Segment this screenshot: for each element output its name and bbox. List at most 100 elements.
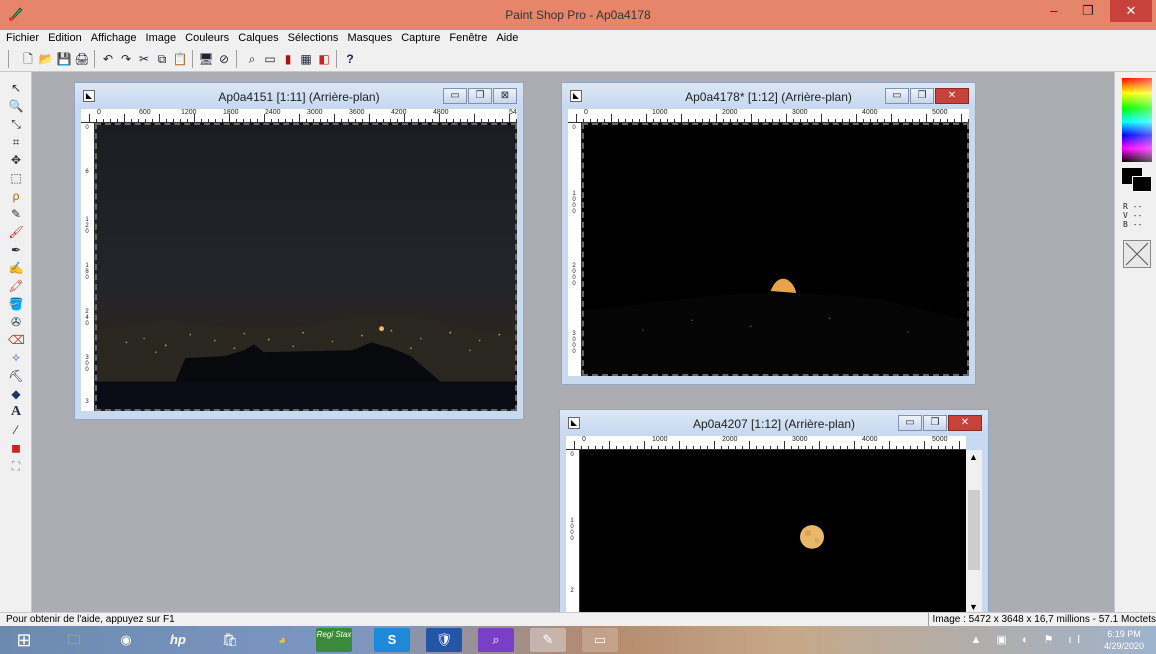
skype-icon[interactable]: S xyxy=(374,628,410,652)
security-icon[interactable]: 🛡 xyxy=(426,628,462,652)
document-window-ap0a4207[interactable]: ◣ Ap0a4207 [1:12] (Arrière-plan) ▭ ❐ ✕ 0… xyxy=(559,409,989,615)
taskbar-clock[interactable]: 6:19 PM 4/29/2020 xyxy=(1104,628,1144,652)
eraser-icon[interactable]: ⌫ xyxy=(8,332,25,348)
ruler-tick xyxy=(842,119,843,122)
menu-masques[interactable]: Masques xyxy=(348,30,393,46)
document-maximize-button[interactable]: ❐ xyxy=(923,415,947,431)
store-icon[interactable]: 🛍 xyxy=(212,628,248,652)
paste-icon[interactable]: 📋 xyxy=(172,51,188,67)
monitor-icon[interactable]: 🖥 xyxy=(198,51,214,67)
no-pattern-icon[interactable] xyxy=(1123,240,1151,268)
scrollbar-thumb[interactable] xyxy=(968,490,980,570)
scroll-down-icon[interactable]: ▼ xyxy=(969,602,978,612)
undo-icon[interactable]: ↶ xyxy=(100,51,116,67)
ruler-tick xyxy=(721,446,722,449)
background-color-swatch[interactable] xyxy=(1132,176,1152,192)
chrome-icon[interactable]: ◕ xyxy=(264,628,300,652)
image-canvas[interactable] xyxy=(580,450,966,614)
document-maximize-button[interactable]: ❐ xyxy=(910,88,934,104)
help-icon[interactable]: ? xyxy=(342,51,358,67)
scroll-up-icon[interactable]: ▲ xyxy=(969,452,978,462)
flood-fill-icon[interactable]: 🪣 xyxy=(8,296,24,312)
text-icon[interactable]: A xyxy=(8,404,24,420)
save-icon[interactable]: 💾 xyxy=(56,51,72,67)
histogram-icon[interactable]: ▮ xyxy=(280,51,296,67)
status-help-text: Pour obtenir de l'aide, appuyez sur F1 xyxy=(6,614,175,625)
retouch-icon[interactable]: ✍ xyxy=(8,260,24,276)
lasso-icon[interactable]: ρ xyxy=(8,188,24,204)
copy-icon[interactable]: ⧉ xyxy=(154,51,170,67)
menu-selections[interactable]: Sélections xyxy=(288,30,339,46)
ruler-label: 2 4 0 xyxy=(85,309,89,327)
recolor-icon[interactable]: 🖍 xyxy=(8,278,24,294)
hp-icon[interactable]: hp xyxy=(160,628,196,652)
ruler-label: 3000 xyxy=(792,436,808,443)
document-close-button[interactable]: ⊠ xyxy=(493,88,517,104)
document-minimize-button[interactable]: ▭ xyxy=(443,88,467,104)
crop-icon[interactable]: ⌗ xyxy=(8,134,24,150)
ruler-tick xyxy=(884,119,885,122)
registax-icon[interactable]: Regi Stax xyxy=(316,628,352,652)
document-minimize-button[interactable]: ▭ xyxy=(898,415,922,431)
layers-icon[interactable]: ◧ xyxy=(316,51,332,67)
ruler-tick xyxy=(187,119,188,122)
picture-tube-icon[interactable]: ⛏ xyxy=(8,368,24,384)
move-icon[interactable]: ✥ xyxy=(8,152,24,168)
document-window-ap0a4178[interactable]: ◣ Ap0a4178* [1:12] (Arrière-plan) ▭ ❐ ✕ … xyxy=(561,82,976,385)
image-canvas[interactable] xyxy=(95,123,517,411)
preset-shape-icon[interactable]: ⛶ xyxy=(8,458,24,474)
scratch-remover-icon[interactable]: ✇ xyxy=(8,314,24,330)
document-titlebar[interactable]: ◣ Ap0a4207 [1:12] (Arrière-plan) ▭ ❐ ✕ xyxy=(560,410,988,436)
monitor-task-icon[interactable]: ▭ xyxy=(582,628,618,652)
zoom-icon[interactable]: 🔍 xyxy=(8,98,24,114)
object-icon[interactable]: ◼ xyxy=(8,440,24,456)
search-app-icon[interactable]: ⌕ xyxy=(478,628,514,652)
menu-calques[interactable]: Calques xyxy=(238,30,278,46)
system-tray[interactable]: ▲ ▣ ◐ ⚑ ıl xyxy=(970,633,1086,646)
maximize-button[interactable]: ❐ xyxy=(1072,0,1104,22)
vertical-scrollbar[interactable]: ▲ ▼ xyxy=(966,450,982,614)
image-icon[interactable]: ▦ xyxy=(298,51,314,67)
menu-edition[interactable]: Edition xyxy=(48,30,82,46)
arrow-icon[interactable]: ↖ xyxy=(8,80,24,96)
dropper-icon[interactable]: ⌕ xyxy=(244,51,260,67)
clone-icon[interactable]: ✒ xyxy=(8,242,24,258)
start-icon[interactable]: ⊞ xyxy=(6,628,42,652)
menu-couleurs[interactable]: Couleurs xyxy=(185,30,229,46)
close-button[interactable]: ✕ xyxy=(1110,0,1152,22)
document-close-button[interactable]: ✕ xyxy=(948,415,982,431)
minimize-button[interactable]: – xyxy=(1038,0,1070,22)
paintshop-task-icon[interactable]: ✎ xyxy=(530,628,566,652)
print-icon[interactable]: 🖨 xyxy=(74,51,90,67)
document-titlebar[interactable]: ◣ Ap0a4178* [1:12] (Arrière-plan) ▭ ❐ ✕ xyxy=(562,83,975,109)
color-palette[interactable] xyxy=(1122,78,1152,162)
image-canvas[interactable] xyxy=(582,123,969,376)
document-window-ap0a4151[interactable]: ◣ Ap0a4151 [1:11] (Arrière-plan) ▭ ❐ ⊠ 0… xyxy=(74,82,524,420)
cut-icon[interactable]: ✂ xyxy=(136,51,152,67)
file-explorer-icon[interactable]: 🗀 xyxy=(56,628,92,652)
eyedropper-icon[interactable]: ✎ xyxy=(8,206,24,222)
no-icon[interactable]: ⊘ xyxy=(216,51,232,67)
open-icon[interactable]: 📂 xyxy=(38,51,54,67)
new-icon[interactable]: 🗋 xyxy=(20,51,36,67)
spray-icon[interactable]: ✧ xyxy=(8,350,24,366)
screen-icon[interactable]: ▭ xyxy=(262,51,278,67)
redo-icon[interactable]: ↷ xyxy=(118,51,134,67)
brush-icon[interactable]: 🖌 xyxy=(8,224,24,240)
selection-icon[interactable]: ⬚ xyxy=(8,170,24,186)
shape-icon[interactable]: ◆ xyxy=(8,386,24,402)
deformation-icon[interactable]: ⤡ xyxy=(8,116,24,132)
ruler-tick xyxy=(341,119,342,122)
menu-fenetre[interactable]: Fenêtre xyxy=(449,30,487,46)
menu-capture[interactable]: Capture xyxy=(401,30,440,46)
menu-affichage[interactable]: Affichage xyxy=(91,30,137,46)
menu-image[interactable]: Image xyxy=(146,30,177,46)
document-close-button[interactable]: ✕ xyxy=(935,88,969,104)
line-icon[interactable]: ⁄ xyxy=(8,422,24,438)
menu-fichier[interactable]: Fichier xyxy=(6,30,39,46)
menu-aide[interactable]: Aide xyxy=(496,30,518,46)
document-minimize-button[interactable]: ▭ xyxy=(885,88,909,104)
document-maximize-button[interactable]: ❐ xyxy=(468,88,492,104)
document-titlebar[interactable]: ◣ Ap0a4151 [1:11] (Arrière-plan) ▭ ❐ ⊠ xyxy=(75,83,523,109)
webcam-icon[interactable]: ◉ xyxy=(108,628,144,652)
